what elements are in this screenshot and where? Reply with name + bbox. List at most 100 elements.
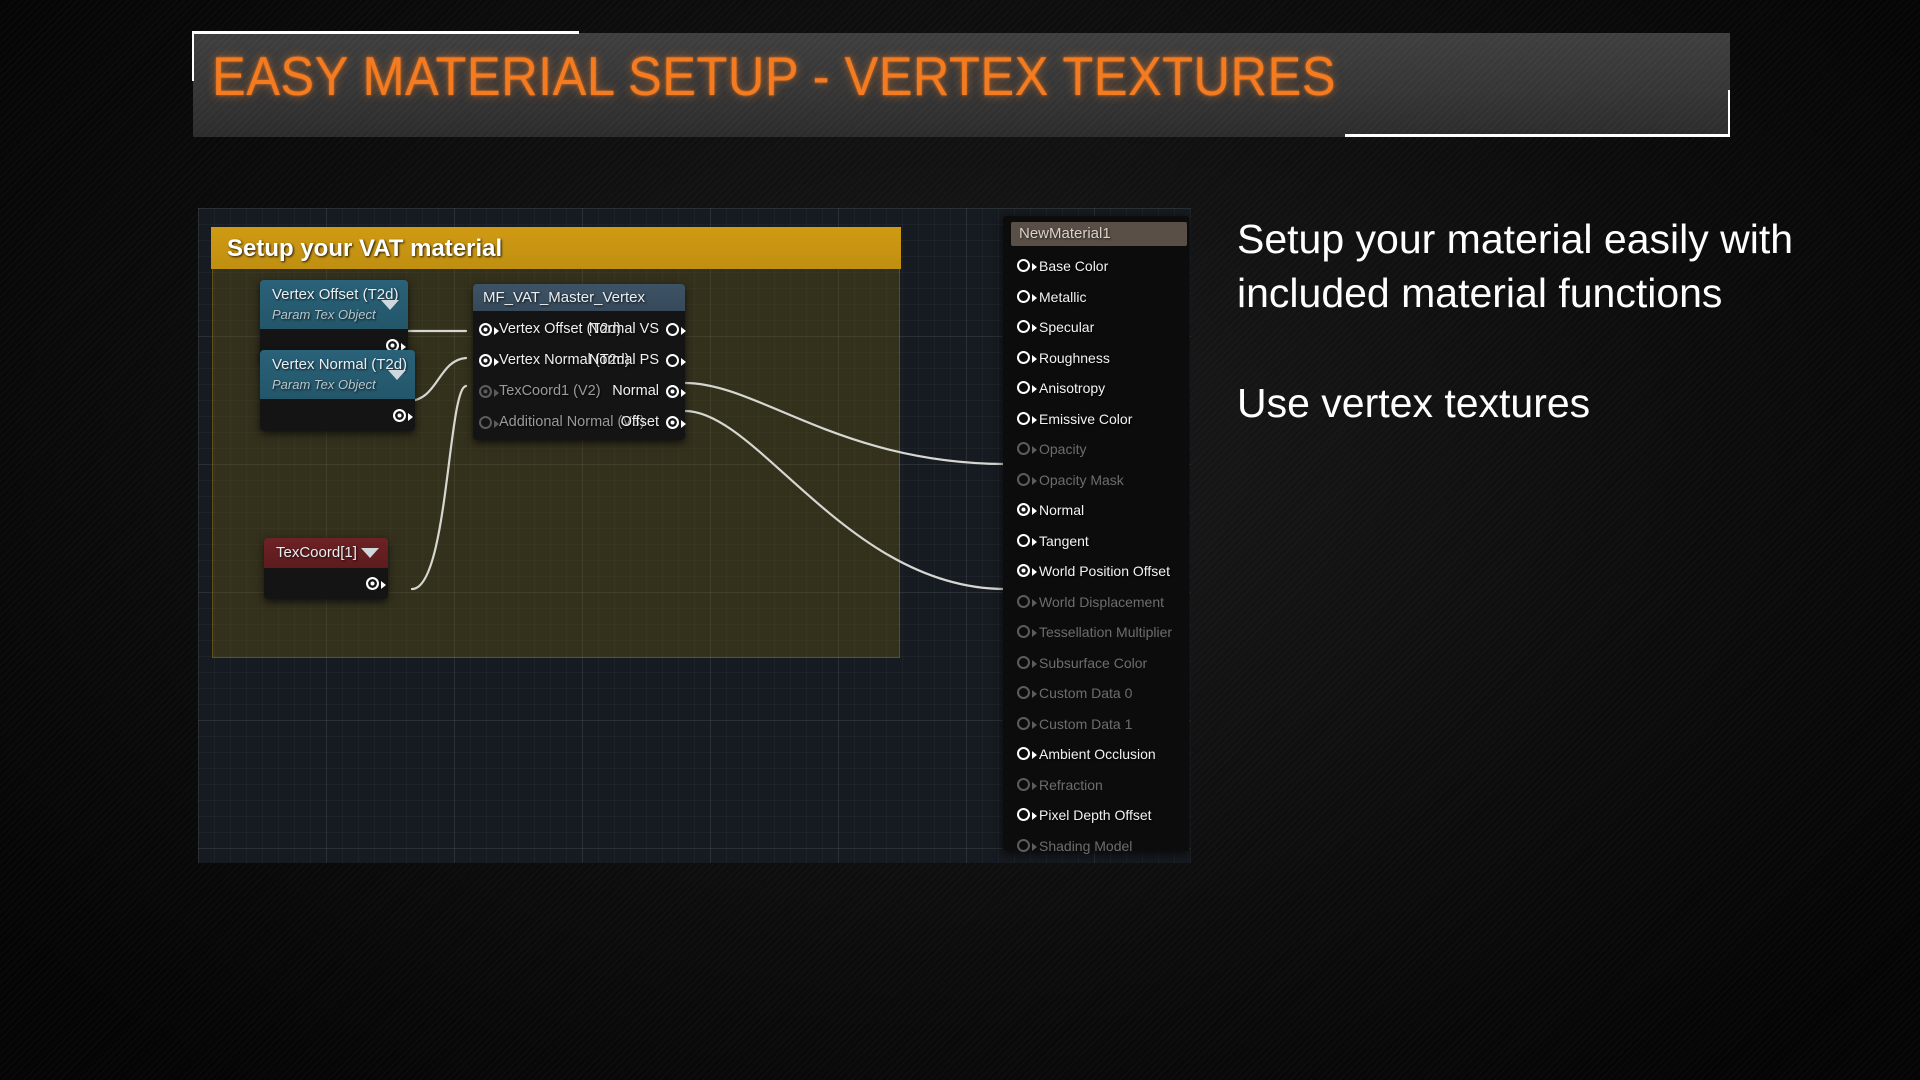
material-pin-row[interactable]: Subsurface Color <box>1003 651 1189 676</box>
material-input-pin[interactable] <box>1017 655 1030 669</box>
material-input-pin[interactable] <box>1017 442 1030 455</box>
material-pin-row[interactable]: Roughness <box>1003 346 1189 371</box>
material-input-pin[interactable] <box>1017 838 1030 852</box>
input-pin-vertex-offset[interactable] <box>479 323 492 336</box>
material-pin-row[interactable]: Pixel Depth Offset <box>1003 803 1189 828</box>
pin-arrow-icon <box>1032 263 1037 271</box>
chevron-down-icon[interactable] <box>381 299 399 310</box>
material-output-header[interactable]: NewMaterial1 <box>1011 222 1187 246</box>
input-pin-additional-normal[interactable] <box>479 416 492 429</box>
material-input-pin[interactable] <box>1017 503 1030 516</box>
pin-arrow-icon <box>1032 354 1037 363</box>
material-pin-row[interactable]: Specular <box>1003 315 1189 340</box>
copy-paragraph-2: Use vertex textures <box>1237 380 1591 426</box>
material-pin-row[interactable]: Custom Data 1 <box>1003 712 1189 737</box>
output-pin[interactable] <box>366 577 379 590</box>
material-pin-label: Shading Model <box>1039 837 1133 854</box>
output-pin-offset[interactable] <box>666 416 679 429</box>
node-header[interactable]: Vertex Offset (T2d) Param Tex Object <box>260 280 408 329</box>
material-pin-row[interactable]: Ambient Occlusion <box>1003 742 1189 767</box>
node-vertex-offset-param[interactable]: Vertex Offset (T2d) Param Tex Object <box>260 280 408 361</box>
node-mf-vat-master-vertex[interactable]: MF_VAT_Master_Vertex Vertex Offset (T2d)… <box>473 284 686 440</box>
material-input-pin[interactable] <box>1017 777 1030 791</box>
material-input-pin[interactable] <box>1017 625 1030 638</box>
material-pin-label: World Position Offset <box>1039 563 1170 579</box>
output-label: Offset <box>620 414 659 430</box>
output-pin-normal-vs[interactable] <box>666 323 679 336</box>
material-pin-label: Ambient Occlusion <box>1039 746 1156 762</box>
material-input-pin[interactable] <box>1017 533 1030 547</box>
material-pin-row[interactable]: Metallic <box>1003 285 1189 310</box>
pin-arrow-icon <box>1032 293 1037 302</box>
material-pin-label: Specular <box>1039 319 1095 335</box>
material-input-pin[interactable] <box>1017 716 1030 730</box>
material-pin-row[interactable]: Normal <box>1003 498 1189 523</box>
material-pin-row[interactable]: Refraction <box>1003 773 1189 798</box>
material-pin-label: Custom Data 1 <box>1039 715 1133 732</box>
material-input-pin[interactable] <box>1017 747 1030 760</box>
chevron-down-icon[interactable] <box>388 369 406 380</box>
pin-arrow-icon <box>1032 507 1037 515</box>
node-texcoord[interactable]: TexCoord[1] <box>264 538 388 599</box>
input-pin-vertex-normal[interactable] <box>479 354 492 367</box>
output-pin[interactable] <box>393 409 406 422</box>
chevron-down-icon[interactable] <box>361 548 379 558</box>
material-input-pin[interactable] <box>1017 411 1030 425</box>
material-input-pin[interactable] <box>1017 259 1030 272</box>
material-pin-label: Opacity <box>1039 441 1087 457</box>
node-title: Vertex Normal (T2d) <box>272 356 408 373</box>
material-graph-canvas[interactable]: Setup your VAT material Vertex Offset (T… <box>198 208 1191 863</box>
fn-row: Vertex Offset (T2d) Normal VS <box>473 314 686 345</box>
material-pin-row[interactable]: Emissive Color <box>1003 407 1189 432</box>
material-input-pin[interactable] <box>1017 808 1030 821</box>
output-pin-normal[interactable] <box>666 385 679 398</box>
node-title: MF_VAT_Master_Vertex <box>483 289 645 306</box>
comment-box-title: Setup your VAT material <box>227 235 503 262</box>
pin-arrow-icon <box>1032 415 1037 424</box>
node-vertex-normal-param[interactable]: Vertex Normal (T2d) Param Tex Object <box>260 350 415 431</box>
output-pin-normal-ps[interactable] <box>666 354 679 367</box>
material-pin-row[interactable]: Opacity Mask <box>1003 468 1189 493</box>
material-pin-label: Opacity Mask <box>1039 471 1124 488</box>
material-pin-label: Tangent <box>1039 532 1089 549</box>
material-input-pin[interactable] <box>1017 381 1030 394</box>
title-right-accent-line <box>1728 90 1730 137</box>
material-input-pin[interactable] <box>1017 472 1030 486</box>
material-input-pin[interactable] <box>1017 686 1030 699</box>
pin-arrow-icon <box>681 420 686 428</box>
material-pin-row[interactable]: Tangent <box>1003 529 1189 554</box>
material-input-pin[interactable] <box>1017 594 1030 608</box>
node-header[interactable]: Vertex Normal (T2d) Param Tex Object <box>260 350 415 399</box>
material-pin-row[interactable]: World Position Offset <box>1003 559 1189 584</box>
pin-arrow-icon <box>681 327 686 335</box>
material-input-pin[interactable] <box>1017 289 1030 303</box>
material-pin-row[interactable]: Shading Model <box>1003 834 1189 859</box>
node-title: Vertex Offset (T2d) <box>272 286 399 303</box>
material-pin-label: Subsurface Color <box>1039 654 1148 671</box>
node-header[interactable]: TexCoord[1] <box>264 538 388 568</box>
material-pin-label: Normal <box>1039 502 1085 518</box>
fn-row: Vertex Normal (T2d) Normal PS <box>473 345 686 376</box>
material-input-pin[interactable] <box>1017 350 1030 364</box>
pin-arrow-icon <box>681 389 686 397</box>
pin-arrow-icon <box>1032 598 1037 607</box>
material-input-pin[interactable] <box>1017 564 1030 577</box>
node-material-output[interactable]: NewMaterial1 Base Color Metallic Specular R… <box>1003 216 1189 854</box>
node-header[interactable]: MF_VAT_Master_Vertex <box>473 284 685 311</box>
material-pin-row[interactable]: Anisotropy <box>1003 376 1189 401</box>
material-pin-row[interactable]: Custom Data 0 <box>1003 681 1189 706</box>
material-pin-row[interactable]: Tessellation Multiplier <box>1003 620 1189 645</box>
copy-paragraph-1: Setup your material easily with included… <box>1237 216 1794 316</box>
material-pin-label: Metallic <box>1039 288 1087 305</box>
material-pin-row[interactable]: World Displacement <box>1003 590 1189 615</box>
material-pin-row[interactable]: Opacity <box>1003 437 1189 462</box>
material-pin-label: Pixel Depth Offset <box>1039 807 1152 823</box>
pin-arrow-icon <box>1032 537 1037 546</box>
material-input-pin[interactable] <box>1017 320 1030 333</box>
pin-arrow-icon <box>1032 385 1037 393</box>
material-pin-row[interactable]: Base Color <box>1003 254 1189 279</box>
title-top-accent-line <box>193 31 579 34</box>
input-pin-texcoord1[interactable] <box>479 385 492 398</box>
pin-arrow-icon <box>1032 446 1037 454</box>
fn-row: Additional Normal (V3) Offset <box>473 407 686 438</box>
